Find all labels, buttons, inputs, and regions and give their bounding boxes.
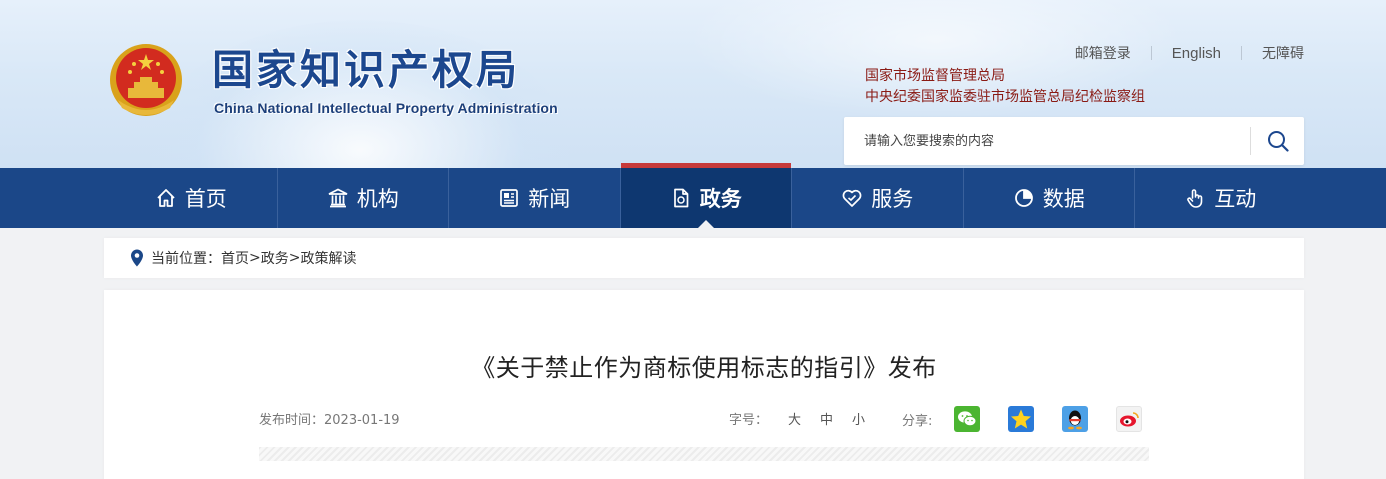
font-size-label: 字号：: [729, 413, 769, 428]
breadcrumb-government-affairs[interactable]: 政务: [261, 248, 289, 268]
breadcrumb-separator: >: [249, 250, 261, 266]
search-input[interactable]: [844, 117, 1248, 165]
home-icon: [157, 189, 175, 207]
search-icon: [1268, 131, 1289, 152]
top-link-divider: [1150, 46, 1152, 60]
breadcrumb-home[interactable]: 首页: [221, 248, 249, 268]
nav-item-label: 政务: [699, 187, 742, 211]
font-size-medium-button[interactable]: 中: [820, 409, 833, 428]
search-button[interactable]: [1252, 117, 1304, 165]
nav-item-label: 新闻: [528, 187, 571, 211]
share-bar: 分享:: [902, 406, 1170, 432]
qzone-icon: [1011, 409, 1032, 429]
share-qzone-button[interactable]: [1008, 406, 1035, 432]
search-box: [844, 117, 1304, 165]
english-link[interactable]: English: [1172, 45, 1221, 62]
news-icon: [500, 189, 519, 207]
breadcrumb-separator: >: [288, 250, 301, 266]
breadcrumb-prefix: 当前位置：: [151, 251, 221, 267]
header-globe-glow: [150, 20, 570, 168]
mail-login-link[interactable]: 邮箱登录: [1075, 43, 1131, 63]
search-divider: [1250, 127, 1251, 155]
weibo-icon: [1120, 412, 1140, 427]
qq-icon: [1068, 410, 1083, 430]
samr-link[interactable]: 国家市场监督管理总局: [865, 66, 1145, 87]
font-size-controls: 字号： 大 中 小: [729, 409, 884, 428]
accessibility-link[interactable]: 无障碍: [1262, 43, 1304, 63]
publish-date: 发布时间：2023-01-19: [259, 409, 400, 428]
main-nav: 首页 机构 新闻 政务 服务 数据 互动: [0, 163, 1386, 228]
discipline-inspection-link[interactable]: 中央纪委国家监委驻市场监管总局纪检监察组: [865, 87, 1145, 108]
org-links: 国家市场监督管理总局 中央纪委国家监委驻市场监管总局纪检监察组: [865, 66, 1145, 108]
nav-item-service[interactable]: 服务: [791, 168, 963, 228]
nav-item-label: 首页: [184, 187, 227, 211]
nav-item-interaction[interactable]: 互动: [1134, 168, 1306, 228]
nav-item-news[interactable]: 新闻: [448, 168, 620, 228]
top-links: 邮箱登录 English 无障碍: [1075, 43, 1304, 63]
nav-item-data[interactable]: 数据: [962, 168, 1135, 228]
location-pin-icon: [131, 249, 143, 267]
breadcrumb: 当前位置： 首页 > 政务 > 政策解读: [104, 238, 1304, 278]
hand-pointer-icon: [1187, 189, 1203, 208]
breadcrumb-policy-interpretation[interactable]: 政策解读: [300, 248, 356, 268]
site-title[interactable]: 国家知识产权局: [212, 46, 520, 94]
institution-icon: [328, 188, 348, 208]
pie-chart-icon: [1014, 189, 1033, 207]
nav-item-institution[interactable]: 机构: [276, 168, 449, 228]
nav-item-government-affairs[interactable]: 政务: [619, 163, 791, 228]
publish-date-label: 发布时间：: [259, 413, 325, 428]
site-subtitle: China National Intellectual Property Adm…: [214, 100, 558, 116]
top-link-divider: [1241, 46, 1242, 60]
document-icon: [673, 188, 689, 208]
share-label: 分享:: [902, 413, 933, 429]
nav-item-label: 服务: [871, 187, 914, 211]
site-header: 国家知识产权局 China National Intellectual Prop…: [0, 0, 1386, 168]
wechat-icon: [958, 411, 977, 427]
title-divider-stripe: [259, 447, 1149, 461]
service-icon: [842, 189, 862, 207]
share-weibo-button[interactable]: [1116, 406, 1143, 432]
font-size-large-button[interactable]: 大: [788, 409, 801, 428]
national-emblem-icon[interactable]: [108, 42, 184, 118]
nav-item-label: 机构: [356, 187, 399, 211]
nav-item-home[interactable]: 首页: [105, 168, 277, 228]
nav-item-label: 数据: [1042, 187, 1085, 211]
article-panel: 《关于禁止作为商标使用标志的指引》发布 发布时间：2023-01-19 字号： …: [104, 290, 1304, 479]
article-title: 《关于禁止作为商标使用标志的指引》发布: [471, 354, 937, 382]
share-qq-button[interactable]: [1062, 406, 1089, 432]
font-size-small-button[interactable]: 小: [852, 409, 865, 428]
share-wechat-button[interactable]: [954, 406, 981, 432]
nav-item-label: 互动: [1214, 187, 1257, 211]
publish-date-value: 2023-01-19: [324, 413, 400, 428]
